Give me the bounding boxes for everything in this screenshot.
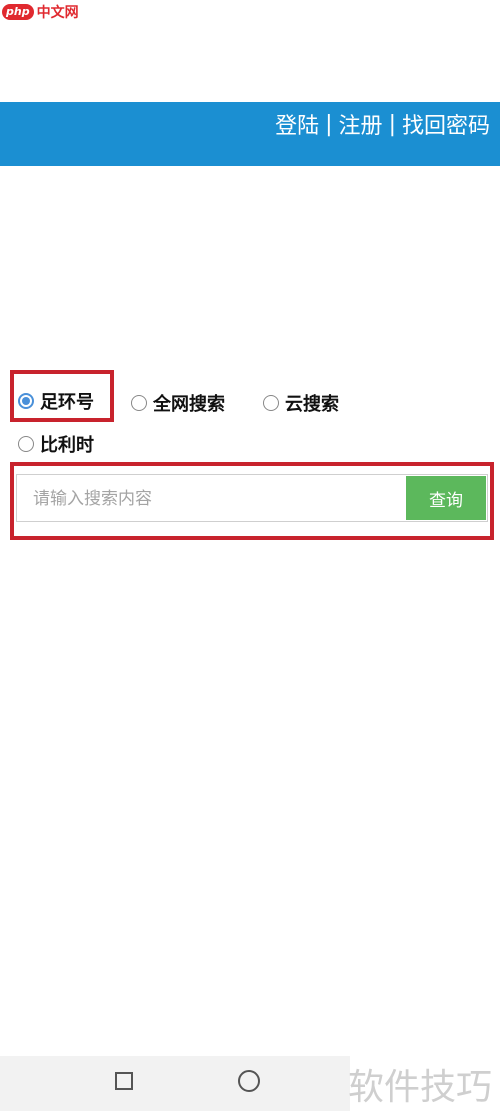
watermark-text: 软件技巧	[347, 1067, 492, 1108]
php-logo-text: 中文网	[36, 5, 79, 21]
radio-option-web-search[interactable]: 全网搜索	[131, 390, 225, 416]
radio-label: 云搜索	[285, 394, 339, 415]
radio-option-belgium[interactable]: 比利时	[18, 431, 94, 457]
home-icon[interactable]	[238, 1070, 260, 1092]
radio-option-ring-number[interactable]: 足环号	[18, 388, 94, 414]
header-bar: 登陆 | 注册 | 找回密码	[0, 102, 500, 166]
php-logo: php 中文网	[2, 2, 79, 22]
search-bar: 查询	[16, 474, 488, 523]
php-logo-badge: php	[2, 4, 34, 20]
recover-password-link[interactable]: 找回密码	[402, 108, 490, 140]
search-input[interactable]	[17, 475, 423, 523]
search-button[interactable]: 查询	[406, 476, 486, 520]
radio-option-cloud-search[interactable]: 云搜索	[263, 390, 339, 416]
separator: |	[325, 111, 333, 137]
separator: |	[388, 111, 396, 137]
radio-label: 足环号	[40, 392, 94, 413]
system-navbar	[0, 1056, 350, 1111]
radio-button-checked[interactable]	[18, 393, 34, 409]
radio-button[interactable]	[131, 395, 147, 411]
login-link[interactable]: 登陆	[275, 108, 319, 140]
radio-label: 全网搜索	[153, 394, 225, 415]
radio-button[interactable]	[263, 395, 279, 411]
recent-apps-icon[interactable]	[115, 1072, 133, 1090]
radio-button[interactable]	[18, 436, 34, 452]
account-links: 登陆 | 注册 | 找回密码	[275, 108, 490, 140]
register-link[interactable]: 注册	[339, 108, 383, 140]
radio-label: 比利时	[40, 435, 94, 456]
